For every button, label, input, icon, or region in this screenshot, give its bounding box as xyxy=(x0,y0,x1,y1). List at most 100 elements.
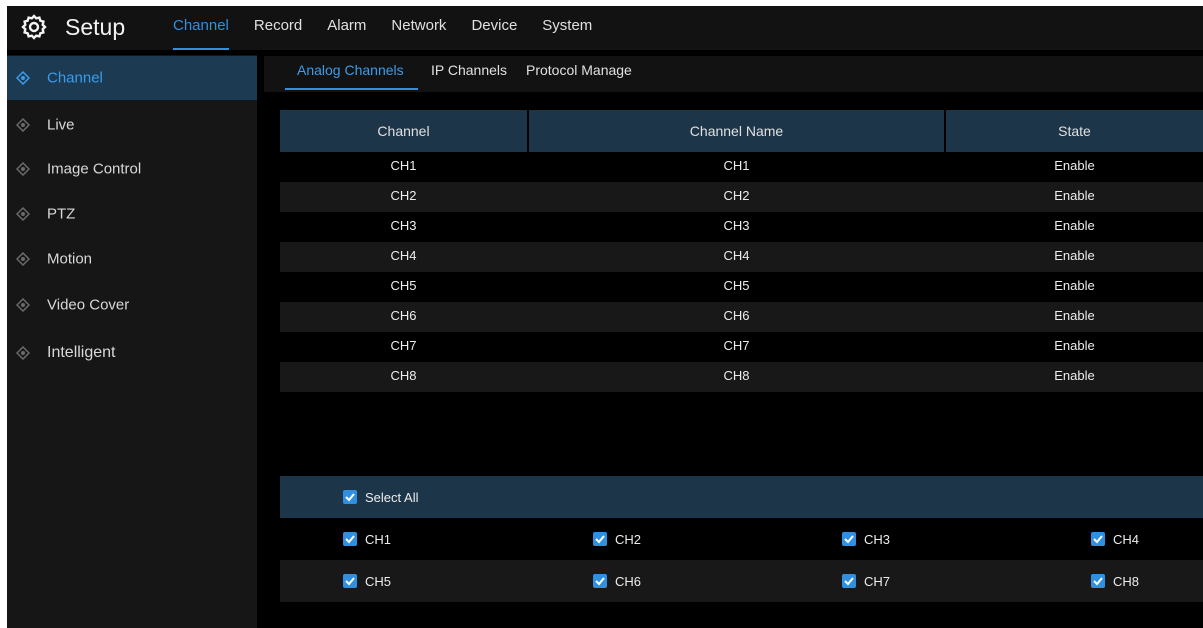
menu-record[interactable]: Record xyxy=(254,6,302,50)
main-menu: Channel Record Alarm Network Device Syst… xyxy=(173,6,617,50)
cell-state: Enable xyxy=(1054,308,1095,323)
cell-state: Enable xyxy=(1054,278,1095,293)
checkbox-ch3[interactable]: CH3 xyxy=(842,531,890,547)
checkbox-label: CH1 xyxy=(365,531,392,547)
sidebar: Channel Live Image Control PTZ Motion Vi… xyxy=(7,55,257,628)
sidebar-item-label: Intelligent xyxy=(47,344,116,361)
top-bar: Setup Channel Record Alarm Network Devic… xyxy=(7,6,1203,50)
checkbox-label: CH8 xyxy=(1113,573,1140,589)
cell-channel: CH5 xyxy=(390,278,417,293)
checkbox-checked-icon xyxy=(842,574,856,588)
sidebar-item-motion[interactable]: Motion xyxy=(7,237,257,281)
sidebar-item-ptz[interactable]: PTZ xyxy=(7,192,257,236)
table-row[interactable]: CH4 CH4 Enable xyxy=(280,242,1203,272)
cell-state: Enable xyxy=(1054,338,1095,353)
checkbox-ch2[interactable]: CH2 xyxy=(593,531,641,547)
checkbox-checked-icon xyxy=(842,532,856,546)
motion-diamond-icon xyxy=(15,251,31,267)
ptz-diamond-icon xyxy=(15,206,31,222)
menu-alarm[interactable]: Alarm xyxy=(327,6,366,50)
gear-icon xyxy=(20,13,48,41)
tab-protocol-manage[interactable]: Protocol Manage xyxy=(526,56,632,90)
table-row[interactable]: CH3 CH3 Enable xyxy=(280,212,1203,242)
table-row[interactable]: CH7 CH7 Enable xyxy=(280,332,1203,362)
tab-analog-channels[interactable]: Analog Channels xyxy=(285,56,418,90)
cell-state: Enable xyxy=(1054,218,1095,233)
checkbox-label: CH5 xyxy=(365,573,392,589)
checkbox-checked-icon xyxy=(343,574,357,588)
cell-channel-name: CH7 xyxy=(723,338,750,353)
menu-device[interactable]: Device xyxy=(471,6,517,50)
checkbox-label: CH4 xyxy=(1113,531,1140,547)
setup-window: Setup Channel Record Alarm Network Devic… xyxy=(7,6,1203,628)
select-all-bar: Select All xyxy=(280,476,1203,518)
cell-state: Enable xyxy=(1054,368,1095,383)
cell-state: Enable xyxy=(1054,248,1095,263)
checkbox-ch4[interactable]: CH4 xyxy=(1091,531,1139,547)
cell-channel: CH4 xyxy=(390,248,417,263)
menu-network[interactable]: Network xyxy=(391,6,446,50)
cell-channel-name: CH2 xyxy=(723,188,750,203)
column-header-state: State xyxy=(946,110,1203,152)
live-diamond-icon xyxy=(15,117,31,133)
menu-channel[interactable]: Channel xyxy=(173,6,229,50)
checkbox-ch8[interactable]: CH8 xyxy=(1091,573,1139,589)
cell-channel: CH6 xyxy=(390,308,417,323)
table-row[interactable]: CH1 CH1 Enable xyxy=(280,152,1203,182)
video-cover-diamond-icon xyxy=(15,297,31,313)
menu-system[interactable]: System xyxy=(542,6,592,50)
sidebar-item-intelligent[interactable]: Intelligent xyxy=(7,331,257,375)
table-row[interactable]: CH8 CH8 Enable xyxy=(280,362,1203,392)
channel-checkbox-row: CH1 CH2 CH3 CH4 xyxy=(280,518,1203,560)
checkbox-checked-icon xyxy=(593,532,607,546)
image-control-diamond-icon xyxy=(15,161,31,177)
cell-channel-name: CH5 xyxy=(723,278,750,293)
cell-state: Enable xyxy=(1054,158,1095,173)
sidebar-item-label: PTZ xyxy=(47,205,76,223)
sidebar-item-live[interactable]: Live xyxy=(7,103,257,147)
column-header-channel-name: Channel Name xyxy=(529,110,944,152)
table-header: Channel Channel Name State xyxy=(280,110,1203,152)
cell-channel: CH2 xyxy=(390,188,417,203)
sidebar-item-label: Motion xyxy=(47,250,93,268)
checkbox-checked-icon xyxy=(343,532,357,546)
select-all-label: Select All xyxy=(365,489,419,505)
channel-checkbox-row: CH5 CH6 CH7 CH8 xyxy=(280,560,1203,602)
column-header-channel: Channel xyxy=(280,110,527,152)
sidebar-item-label: Video Cover xyxy=(47,296,130,314)
table-row[interactable]: CH5 CH5 Enable xyxy=(280,272,1203,302)
checkbox-checked-icon xyxy=(593,574,607,588)
sidebar-item-channel[interactable]: Channel xyxy=(7,56,257,100)
channel-diamond-icon xyxy=(15,70,31,86)
checkbox-ch7[interactable]: CH7 xyxy=(842,573,890,589)
intelligent-diamond-icon xyxy=(15,345,31,361)
sidebar-item-label: Channel xyxy=(47,69,103,87)
checkbox-label: CH7 xyxy=(864,573,891,589)
sidebar-item-label: Image Control xyxy=(47,160,142,178)
cell-channel-name: CH1 xyxy=(723,158,750,173)
cell-channel-name: CH4 xyxy=(723,248,750,263)
sidebar-item-image-control[interactable]: Image Control xyxy=(7,147,257,191)
table-row[interactable]: CH2 CH2 Enable xyxy=(280,182,1203,212)
checkbox-label: CH3 xyxy=(864,531,891,547)
sidebar-item-label: Live xyxy=(47,116,75,134)
checkbox-ch1[interactable]: CH1 xyxy=(343,531,391,547)
channel-table: Channel Channel Name State CH1 CH1 Enabl… xyxy=(280,110,1203,392)
cell-channel-name: CH8 xyxy=(723,368,750,383)
tab-ip-channels[interactable]: IP Channels xyxy=(431,56,507,90)
cell-channel-name: CH6 xyxy=(723,308,750,323)
subtab-bar: Analog Channels IP Channels Protocol Man… xyxy=(264,56,1203,92)
sidebar-item-video-cover[interactable]: Video Cover xyxy=(7,283,257,327)
page-title: Setup xyxy=(65,14,126,40)
checkbox-ch6[interactable]: CH6 xyxy=(593,573,641,589)
cell-channel: CH1 xyxy=(390,158,417,173)
checkbox-label: CH2 xyxy=(615,531,642,547)
cell-channel: CH3 xyxy=(390,218,417,233)
cell-channel: CH7 xyxy=(390,338,417,353)
cell-state: Enable xyxy=(1054,188,1095,203)
checkbox-ch5[interactable]: CH5 xyxy=(343,573,391,589)
checkbox-checked-icon xyxy=(1091,532,1105,546)
checkbox-checked-icon xyxy=(343,490,357,504)
table-row[interactable]: CH6 CH6 Enable xyxy=(280,302,1203,332)
select-all-checkbox[interactable]: Select All xyxy=(343,489,418,505)
